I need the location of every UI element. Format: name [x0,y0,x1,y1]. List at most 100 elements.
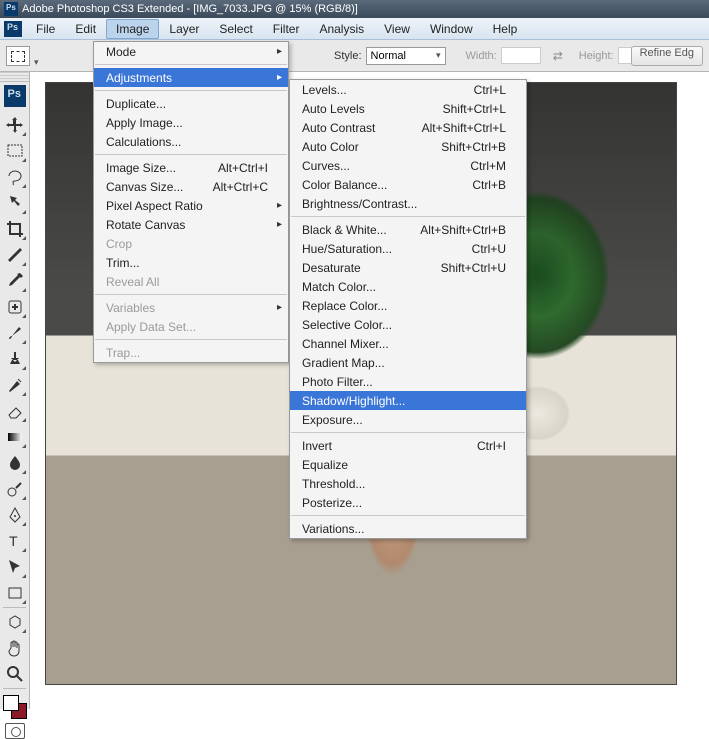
adjustments-menu-item[interactable]: Levels...Ctrl+L [290,80,526,99]
adjustments-menu-item[interactable]: Black & White... Alt+Shift+Ctrl+B [290,220,526,239]
adjustments-menu-item[interactable]: Photo Filter... [290,372,526,391]
style-select[interactable]: Normal [366,47,446,65]
menu-item-label: Black & White... [302,223,387,237]
crop-tool[interactable] [3,217,27,241]
move-tool[interactable] [3,113,27,137]
menu-edit[interactable]: Edit [65,19,106,39]
tool-preset-dropdown-icon[interactable] [34,52,42,60]
menu-item-label: Mode [106,45,136,59]
image-menu-item: Reveal All [94,272,288,291]
adjustments-menu-item[interactable]: Color Balance...Ctrl+B [290,175,526,194]
quick-select-tool[interactable] [3,191,27,215]
menu-item-label: Calculations... [106,135,181,149]
type-tool[interactable]: T [3,529,27,553]
hand-tool[interactable] [3,636,27,660]
height-label: Height: [579,50,614,62]
menu-item-shortcut: Alt+Shift+Ctrl+L [398,121,506,135]
healing-brush-tool[interactable] [3,295,27,319]
menu-item-shortcut: Shift+Ctrl+U [417,261,506,275]
adjustments-menu-item[interactable]: InvertCtrl+I [290,436,526,455]
marquee-tool[interactable] [3,139,27,163]
3d-tool[interactable] [3,610,27,634]
menu-view[interactable]: View [374,19,420,39]
history-brush-tool[interactable] [3,373,27,397]
adjustments-menu-item[interactable]: Shadow/Highlight... [290,391,526,410]
image-menu-item[interactable]: Apply Image... [94,113,288,132]
adjustments-menu-item[interactable]: Posterize... [290,493,526,512]
blur-tool[interactable] [3,451,27,475]
image-menu-item[interactable]: Calculations... [94,132,288,151]
adjustments-menu-item[interactable]: Hue/Saturation...Ctrl+U [290,239,526,258]
dodge-tool[interactable] [3,477,27,501]
adjustments-menu-item[interactable]: Variations... [290,519,526,538]
ps-badge-icon [4,21,22,37]
menu-layer[interactable]: Layer [159,19,209,39]
menu-image[interactable]: Image [106,19,159,39]
image-menu-item[interactable]: Rotate Canvas [94,215,288,234]
quick-mask-icon[interactable] [5,723,25,739]
width-label: Width: [466,50,497,62]
image-menu-item[interactable]: Image Size...Alt+Ctrl+I [94,158,288,177]
menu-select[interactable]: Select [209,19,262,39]
path-select-tool[interactable] [3,555,27,579]
menu-item-shortcut: Shift+Ctrl+B [417,140,506,154]
adjustments-menu-item[interactable]: DesaturateShift+Ctrl+U [290,258,526,277]
width-input[interactable] [501,47,541,64]
menu-file[interactable]: File [26,19,65,39]
image-menu-item[interactable]: Adjustments [94,68,288,87]
menu-filter[interactable]: Filter [263,19,310,39]
eyedropper-tool[interactable] [3,269,27,293]
tool-preset-icon[interactable] [6,46,30,66]
gradient-tool[interactable] [3,425,27,449]
image-menu-item[interactable]: Trim... [94,253,288,272]
menu-analysis[interactable]: Analysis [309,19,374,39]
adjustments-menu-item[interactable]: Threshold... [290,474,526,493]
image-menu-item[interactable]: Canvas Size... Alt+Ctrl+C [94,177,288,196]
adjustments-menu-item[interactable]: Auto ContrastAlt+Shift+Ctrl+L [290,118,526,137]
adjustments-menu-item[interactable]: Exposure... [290,410,526,429]
panel-grip-icon[interactable] [0,72,29,82]
adjustments-menu-item[interactable]: Curves...Ctrl+M [290,156,526,175]
adjustments-menu-item[interactable]: Match Color... [290,277,526,296]
adjustments-menu-item[interactable]: Equalize [290,455,526,474]
image-menu-item[interactable]: Mode [94,42,288,61]
menu-item-shortcut: Alt+Ctrl+C [189,180,268,194]
menu-item-label: Gradient Map... [302,356,385,370]
menu-item-label: Replace Color... [302,299,387,313]
adjustments-menu-item[interactable]: Gradient Map... [290,353,526,372]
menu-item-label: Channel Mixer... [302,337,389,351]
adjustments-menu-item[interactable]: Selective Color... [290,315,526,334]
pen-tool[interactable] [3,503,27,527]
menu-item-label: Shadow/Highlight... [302,394,405,408]
slice-tool[interactable] [3,243,27,267]
color-swatch[interactable] [3,695,27,719]
shape-tool[interactable] [3,581,27,605]
menu-item-label: Threshold... [302,477,365,491]
swap-dimensions-icon[interactable]: ⇄ [553,49,567,63]
image-menu-item: Crop [94,234,288,253]
refine-edge-button[interactable]: Refine Edg [631,46,703,66]
svg-text:T: T [9,533,18,549]
menu-item-shortcut: Alt+Shift+Ctrl+B [396,223,506,237]
adjustments-menu-item[interactable]: Auto LevelsShift+Ctrl+L [290,99,526,118]
brush-tool[interactable] [3,321,27,345]
menu-help[interactable]: Help [483,19,528,39]
menu-window[interactable]: Window [420,19,483,39]
adjustments-menu-item[interactable]: Channel Mixer... [290,334,526,353]
menu-item-label: Crop [106,237,132,251]
image-menu-item[interactable]: Duplicate... [94,94,288,113]
adjustments-menu-item[interactable]: Auto ColorShift+Ctrl+B [290,137,526,156]
image-menu-item[interactable]: Pixel Aspect Ratio [94,196,288,215]
zoom-tool[interactable] [3,662,27,686]
menu-item-label: Levels... [302,83,347,97]
menu-item-label: Duplicate... [106,97,166,111]
eraser-tool[interactable] [3,399,27,423]
menu-item-label: Match Color... [302,280,376,294]
lasso-tool[interactable] [3,165,27,189]
menu-item-label: Canvas Size... [106,180,183,194]
adjustments-menu-item[interactable]: Brightness/Contrast... [290,194,526,213]
menu-item-label: Apply Data Set... [106,320,196,334]
clone-stamp-tool[interactable] [3,347,27,371]
adjustments-menu-item[interactable]: Replace Color... [290,296,526,315]
menu-item-shortcut: Ctrl+I [453,439,506,453]
